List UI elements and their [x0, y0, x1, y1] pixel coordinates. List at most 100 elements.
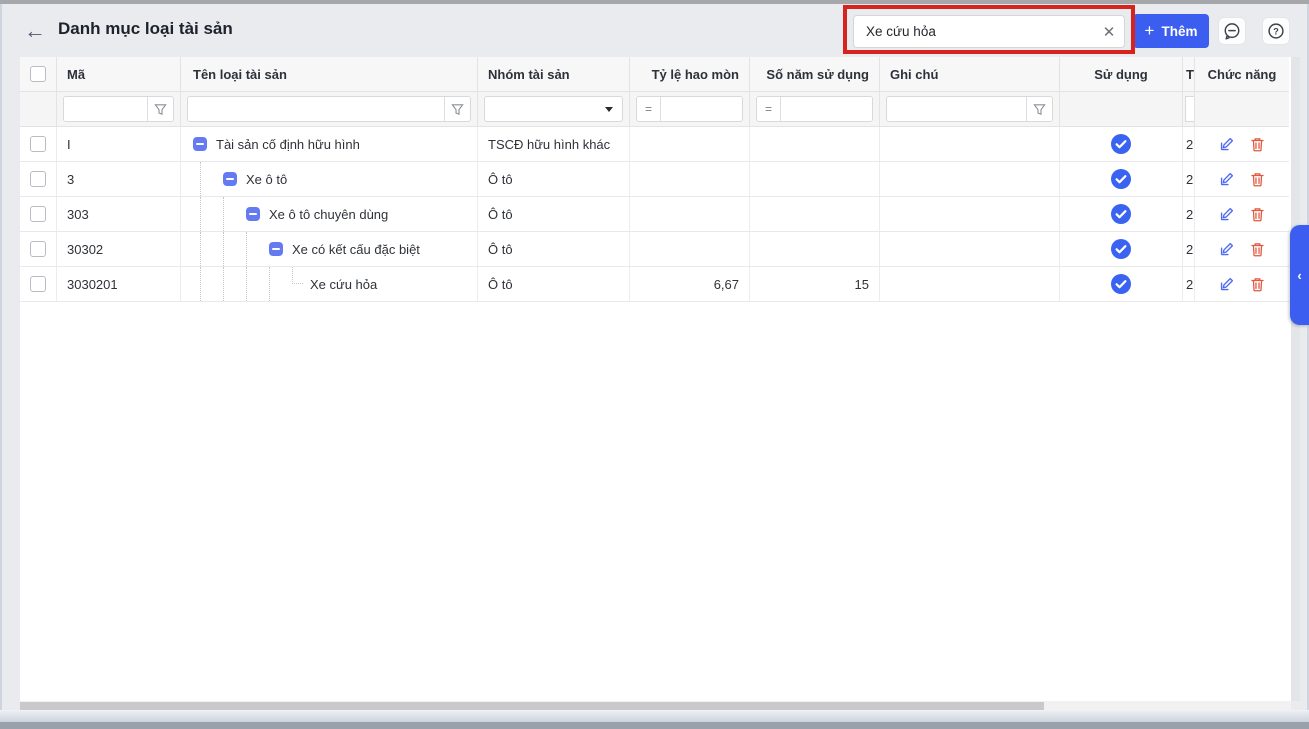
col-header-clipped: T [1183, 57, 1195, 91]
filter-note-input[interactable] [887, 97, 1026, 121]
vertical-scrollbar[interactable] [1291, 57, 1300, 701]
asset-type-table: Mã Tên loại tài sản Nhóm tài sản Tỷ lệ h… [20, 57, 1291, 701]
cell-rate [630, 197, 750, 231]
tree-leaf-connector [292, 267, 303, 284]
delete-icon[interactable] [1249, 171, 1266, 188]
chevron-left-icon: ‹ [1297, 267, 1302, 283]
back-arrow-icon[interactable]: ← [22, 18, 48, 44]
annotation-red-box: ✕ [843, 5, 1135, 54]
cell-rate [630, 127, 750, 161]
add-button-label: Thêm [1161, 23, 1198, 39]
side-panel-toggle[interactable]: ‹ [1290, 225, 1309, 325]
delete-icon[interactable] [1249, 206, 1266, 223]
row-checkbox[interactable] [30, 206, 46, 222]
cell-code: 3030201 [57, 267, 181, 301]
cell-group: Ô tô [478, 267, 630, 301]
filter-funnel-icon[interactable] [1026, 97, 1052, 121]
search-input[interactable] [854, 24, 1094, 39]
table-row[interactable]: 303 Xe ô tô chuyên dùng Ô tô 2 [20, 197, 1289, 232]
tree-guide [246, 267, 269, 301]
equals-operator[interactable]: = [637, 97, 661, 121]
filter-funnel-icon[interactable] [147, 97, 173, 121]
check-circle-icon [1111, 239, 1131, 259]
select-all-checkbox[interactable] [30, 66, 46, 82]
edit-icon[interactable] [1218, 136, 1235, 153]
cell-rate [630, 232, 750, 266]
edit-icon[interactable] [1218, 241, 1235, 258]
collapse-icon[interactable] [193, 137, 207, 151]
cell-name: Xe ô tô [246, 171, 288, 187]
cell-years [750, 197, 880, 231]
cell-code: 3 [57, 162, 181, 196]
cell-rate [630, 162, 750, 196]
row-checkbox[interactable] [30, 241, 46, 257]
col-header-rate[interactable]: Tỷ lệ hao mòn [630, 57, 750, 91]
cell-name: Xe cứu hỏa [310, 276, 378, 292]
cell-name: Xe ô tô chuyên dùng [269, 206, 389, 222]
row-checkbox[interactable] [30, 276, 46, 292]
filter-name-input[interactable] [188, 97, 444, 121]
row-checkbox[interactable] [30, 171, 46, 187]
tree-guide [223, 197, 246, 231]
topbar: ← Danh mục loại tài sản ✕ + Thêm [2, 4, 1307, 57]
tree-guide [200, 267, 223, 301]
cell-group: TSCĐ hữu hình khác [478, 127, 630, 161]
row-checkbox[interactable] [30, 136, 46, 152]
delete-icon[interactable] [1249, 241, 1266, 258]
equals-operator[interactable]: = [757, 97, 781, 121]
filter-rate-input[interactable] [661, 97, 742, 121]
cell-note [880, 197, 1060, 231]
filter-group-select[interactable] [484, 96, 623, 122]
cell-clipped: 2 [1183, 197, 1195, 231]
cell-clipped: 2 [1183, 267, 1195, 301]
table-row[interactable]: I Tài sản cố định hữu hình TSCĐ hữu hình… [20, 127, 1289, 162]
col-header-in-use[interactable]: Sử dụng [1060, 57, 1183, 91]
tree-guide [246, 232, 269, 266]
collapse-icon[interactable] [223, 172, 237, 186]
cell-group: Ô tô [478, 232, 630, 266]
col-header-code[interactable]: Mã [57, 57, 181, 91]
delete-icon[interactable] [1249, 136, 1266, 153]
delete-icon[interactable] [1249, 276, 1266, 293]
help-button[interactable]: ? [1262, 17, 1290, 45]
svg-text:?: ? [1273, 26, 1279, 36]
edit-icon[interactable] [1218, 171, 1235, 188]
table-header-row: Mã Tên loại tài sản Nhóm tài sản Tỷ lệ h… [20, 57, 1289, 92]
comment-bubble-icon [1224, 23, 1240, 40]
cell-years: 15 [750, 267, 880, 301]
col-header-years[interactable]: Số năm sử dụng [750, 57, 880, 91]
col-header-group[interactable]: Nhóm tài sản [478, 57, 630, 91]
feedback-button[interactable] [1218, 17, 1246, 45]
table-row[interactable]: 3030201 Xe cứu hỏa Ô tô 6,67 15 2 [20, 267, 1289, 302]
filter-years-input[interactable] [781, 97, 872, 121]
filter-code-input[interactable] [64, 97, 147, 121]
collapse-icon[interactable] [246, 207, 260, 221]
add-button[interactable]: + Thêm [1133, 14, 1209, 48]
window-frame-bottom [0, 722, 1309, 729]
edit-icon[interactable] [1218, 206, 1235, 223]
collapse-icon[interactable] [269, 242, 283, 256]
table-row[interactable]: 30302 Xe có kết cấu đặc biệt Ô tô 2 [20, 232, 1289, 267]
cell-group: Ô tô [478, 162, 630, 196]
cell-rate: 6,67 [630, 267, 750, 301]
cell-note [880, 232, 1060, 266]
cell-note [880, 267, 1060, 301]
tree-guide [269, 267, 292, 301]
window-frame-band [0, 710, 1309, 722]
tree-guide [200, 232, 223, 266]
cell-name: Xe có kết cấu đặc biệt [292, 241, 420, 257]
cell-clipped: 2 [1183, 162, 1195, 196]
table-row[interactable]: 3 Xe ô tô Ô tô 2 [20, 162, 1289, 197]
cell-years [750, 232, 880, 266]
cell-clipped: 2 [1183, 232, 1195, 266]
cell-code: 303 [57, 197, 181, 231]
cell-code: I [57, 127, 181, 161]
col-header-note[interactable]: Ghi chú [880, 57, 1060, 91]
clear-search-icon[interactable]: ✕ [1094, 23, 1124, 41]
filter-funnel-icon[interactable] [444, 97, 470, 121]
col-header-name[interactable]: Tên loại tài sản [181, 57, 478, 91]
check-circle-icon [1111, 274, 1131, 294]
page-title: Danh mục loại tài sản [58, 19, 233, 38]
plus-icon: + [1144, 20, 1155, 40]
edit-icon[interactable] [1218, 276, 1235, 293]
